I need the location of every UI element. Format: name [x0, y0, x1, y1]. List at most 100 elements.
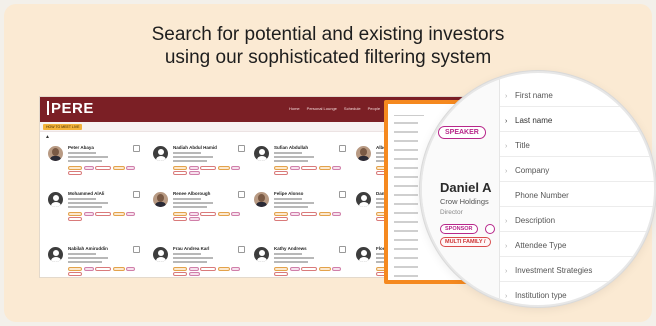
select-checkbox[interactable] — [339, 145, 346, 152]
pere-logo[interactable]: PERE — [47, 100, 94, 117]
filter-divider — [500, 106, 654, 107]
filter-panel-row[interactable] — [394, 275, 418, 277]
tag — [217, 267, 230, 271]
person-detail-line — [68, 198, 96, 200]
person-card[interactable]: Kathy Andrews — [254, 245, 350, 277]
select-checkbox[interactable] — [339, 246, 346, 253]
person-name[interactable]: Nabilah Amiruddin — [68, 246, 108, 251]
filter-panel-row[interactable] — [394, 239, 418, 241]
tag-list — [173, 267, 243, 276]
filter-label: Description — [515, 216, 556, 225]
filter-item[interactable]: › Description — [505, 216, 555, 225]
filter-item[interactable]: › Attendee Type — [505, 241, 566, 250]
person-card[interactable]: Nabilah Amiruddin — [48, 245, 144, 277]
filter-item[interactable]: › First name — [505, 91, 553, 100]
chevron-right-icon: › — [505, 218, 508, 225]
person-card[interactable]: Felipe Alonso — [254, 190, 350, 236]
filter-panel-row[interactable] — [394, 167, 418, 169]
avatar — [153, 192, 168, 207]
filter-item[interactable]: › Company — [505, 166, 549, 175]
filter-item[interactable]: › Institution type — [505, 291, 567, 300]
tag — [318, 267, 331, 271]
person-detail-line — [68, 257, 108, 259]
filter-panel-row[interactable] — [394, 122, 418, 124]
collapse-caret-icon[interactable]: ▲ — [45, 134, 50, 140]
multi-family-badge: MULTI FAMILY / — [440, 237, 491, 247]
filter-panel-row[interactable] — [394, 248, 418, 250]
person-card[interactable]: Peter Abaya — [48, 144, 144, 190]
person-name[interactable]: Renee Alborough — [173, 191, 210, 196]
how-to-meet-button[interactable]: HOW TO MEET LIVE — [43, 124, 83, 130]
tag — [301, 166, 317, 170]
tag — [200, 166, 216, 170]
avatar — [254, 247, 269, 262]
filter-item[interactable]: › Investment Strategies — [505, 266, 592, 275]
person-name[interactable]: Felipe Alonso — [274, 191, 303, 196]
tag — [173, 212, 187, 216]
tag — [112, 212, 125, 216]
filter-panel-row[interactable] — [394, 266, 418, 268]
tag — [289, 212, 300, 216]
person-name[interactable]: Nadiah Abdul Hamid — [173, 145, 217, 150]
avatar — [153, 146, 168, 161]
select-checkbox[interactable] — [133, 246, 140, 253]
select-checkbox[interactable] — [133, 191, 140, 198]
person-company: Crow Holdings — [440, 197, 489, 206]
tag-list — [173, 212, 243, 221]
person-name[interactable]: Sufian Abdullah — [274, 145, 308, 150]
tag — [231, 166, 240, 170]
filter-item[interactable]: › Last name — [505, 116, 552, 125]
filter-divider — [500, 281, 654, 282]
filter-search[interactable] — [394, 112, 424, 116]
filter-panel-row[interactable] — [394, 194, 418, 196]
person-detail-line — [274, 152, 302, 154]
filter-panel-row[interactable] — [394, 176, 418, 178]
filter-panel-row[interactable] — [394, 230, 418, 232]
select-checkbox[interactable] — [133, 145, 140, 152]
person-card[interactable]: Renee Alborough — [153, 190, 249, 236]
person-name[interactable]: Peter Abaya — [68, 145, 94, 150]
filter-panel-row[interactable] — [394, 203, 418, 205]
filter-panel-row[interactable] — [394, 149, 418, 151]
tag — [68, 212, 82, 216]
filter-label: Phone Number — [515, 191, 569, 200]
avatar — [356, 146, 371, 161]
person-card[interactable]: Frau Andrea Karl — [153, 245, 249, 277]
chevron-right-icon: › — [505, 268, 508, 275]
select-checkbox[interactable] — [238, 246, 245, 253]
tag — [274, 171, 288, 175]
filter-panel-row[interactable] — [394, 140, 418, 142]
filter-panel-row[interactable] — [394, 158, 418, 160]
filter-label: Attendee Type — [515, 241, 567, 250]
chevron-right-icon: › — [505, 118, 508, 125]
tag — [126, 166, 135, 170]
person-detail-line — [68, 160, 102, 162]
person-name[interactable]: Kathy Andrews — [274, 246, 307, 251]
filter-divider — [500, 181, 654, 182]
nav-home[interactable]: Home — [289, 106, 300, 111]
person-card[interactable]: Mohammed AlAli — [48, 190, 144, 236]
tag-list — [68, 166, 138, 175]
filter-panel-row[interactable] — [394, 185, 418, 187]
select-checkbox[interactable] — [238, 145, 245, 152]
tag — [188, 171, 200, 175]
filter-item[interactable]: › Title — [505, 141, 530, 150]
person-name[interactable]: Mohammed AlAli — [68, 191, 104, 196]
filter-item[interactable]: Phone Number — [505, 191, 569, 200]
select-checkbox[interactable] — [238, 191, 245, 198]
nav-people[interactable]: People — [368, 106, 380, 111]
person-name[interactable]: Frau Andrea Karl — [173, 246, 209, 251]
filter-panel-row[interactable] — [394, 257, 418, 259]
filter-panel-row[interactable] — [394, 131, 418, 133]
filter-panel-row[interactable] — [394, 221, 418, 223]
tag-list — [274, 267, 344, 276]
person-card[interactable]: Nadiah Abdul Hamid — [153, 144, 249, 190]
filter-label: Investment Strategies — [515, 266, 593, 275]
nav-personal-lounge[interactable]: Personal Lounge — [307, 106, 337, 111]
person-detail-line — [274, 257, 314, 259]
filter-panel-row[interactable] — [394, 212, 418, 214]
select-checkbox[interactable] — [339, 191, 346, 198]
person-card[interactable]: Sufian Abdullah — [254, 144, 350, 190]
filter-divider — [500, 256, 654, 257]
nav-schedule[interactable]: Schedule — [344, 106, 361, 111]
